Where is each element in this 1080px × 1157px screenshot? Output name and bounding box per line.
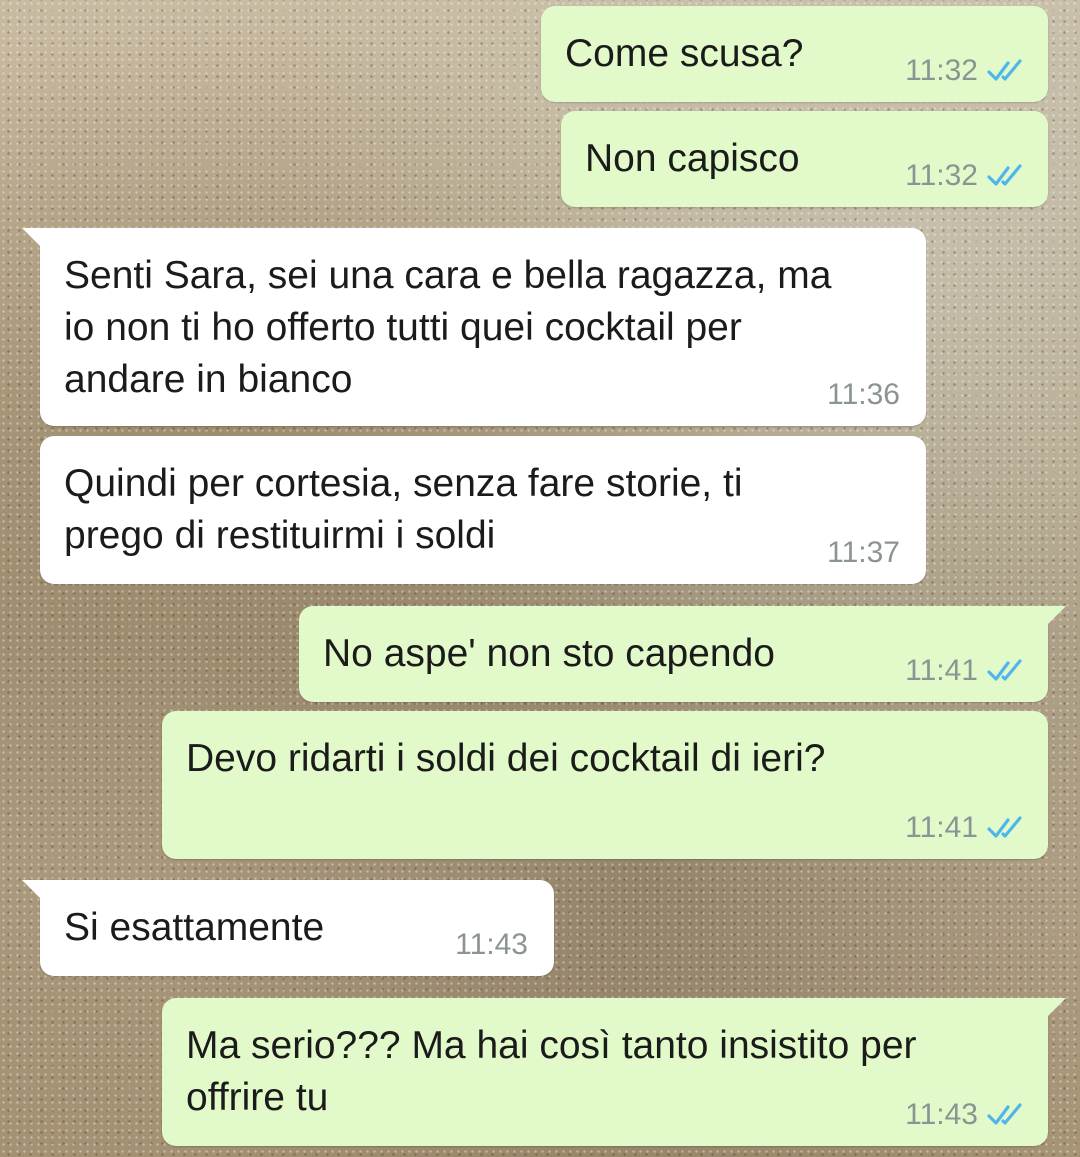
message-time: 11:41: [905, 811, 978, 844]
message-time: 11:37: [827, 536, 900, 569]
message-meta: 11:43: [455, 928, 528, 962]
message-text: Come scusa?: [565, 32, 804, 75]
message-time: 11:32: [905, 159, 978, 192]
message-text: Non capisco: [585, 137, 800, 180]
message-bubble-outgoing[interactable]: Ma serio??? Ma hai così tanto insistito …: [162, 998, 1066, 1146]
message-bubble-incoming[interactable]: Si esattamente 11:43: [22, 880, 554, 976]
message-bubble-incoming[interactable]: Quindi per cortesia, senza fare storie, …: [40, 436, 926, 584]
message-text: Ma serio??? Ma hai così tanto insistito …: [186, 1024, 917, 1119]
double-check-read-icon: [987, 816, 1022, 838]
message-time: 11:43: [905, 1098, 978, 1131]
message-time: 11:32: [905, 54, 978, 87]
double-check-read-icon: [987, 1103, 1022, 1125]
double-check-read-icon: [987, 164, 1022, 186]
message-meta: 11:32: [905, 159, 1026, 193]
double-check-read-icon: [987, 59, 1022, 81]
message-text: Si esattamente: [64, 906, 325, 949]
message-text: Devo ridarti i soldi dei cocktail di ier…: [186, 737, 826, 780]
message-bubble-outgoing[interactable]: Come scusa? 11:32: [541, 6, 1048, 102]
message-text: Senti Sara, sei una cara e bella ragazza…: [64, 254, 832, 401]
message-bubble-outgoing[interactable]: Non capisco 11:32: [561, 111, 1048, 207]
message-bubble-outgoing[interactable]: Devo ridarti i soldi dei cocktail di ier…: [162, 711, 1048, 859]
message-meta: 11:37: [827, 536, 900, 570]
message-meta: 11:41: [905, 654, 1026, 688]
message-text: No aspe' non sto capendo: [323, 632, 775, 675]
message-bubble-outgoing[interactable]: No aspe' non sto capendo 11:41: [299, 606, 1066, 702]
message-time: 11:36: [827, 378, 900, 411]
message-text: Quindi per cortesia, senza fare storie, …: [64, 462, 743, 557]
message-meta: 11:32: [905, 54, 1026, 88]
double-check-read-icon: [987, 659, 1022, 681]
message-bubble-incoming[interactable]: Senti Sara, sei una cara e bella ragazza…: [22, 228, 926, 426]
message-meta: 11:41: [905, 811, 1026, 845]
message-meta: 11:43: [905, 1098, 1026, 1132]
message-time: 11:41: [905, 654, 978, 687]
message-time: 11:43: [455, 928, 528, 961]
message-meta: 11:36: [827, 378, 900, 412]
